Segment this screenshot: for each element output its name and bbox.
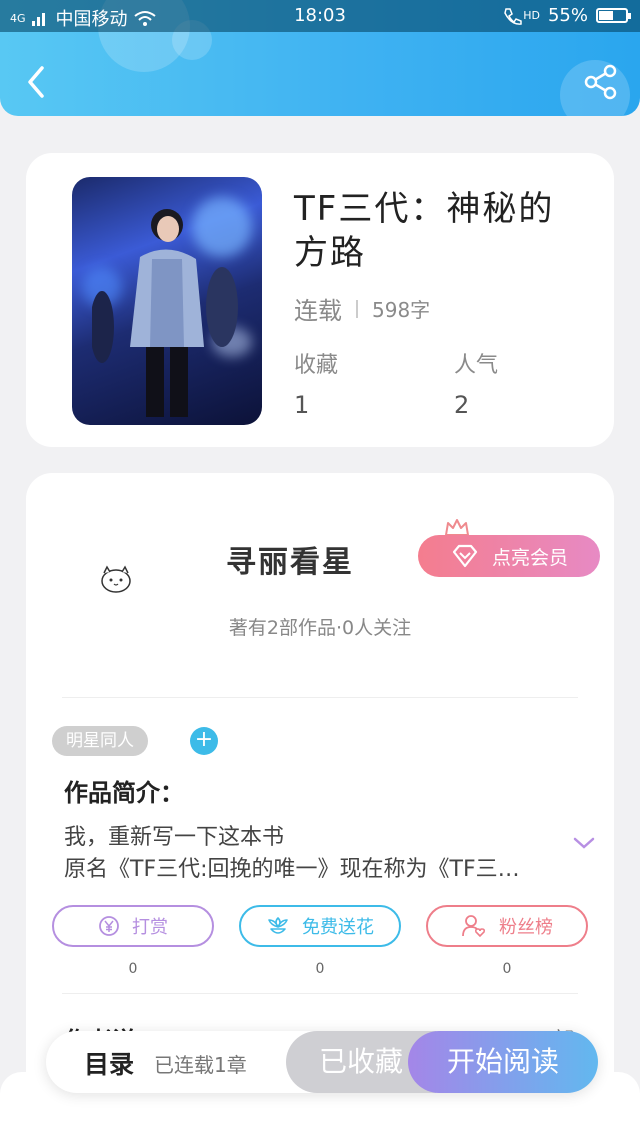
fan-ranking-label: 粉丝榜: [499, 917, 553, 938]
book-meta: 连载 598字: [294, 291, 430, 326]
yuan-icon: [99, 916, 119, 936]
intro-label: 作品简介：: [64, 779, 184, 807]
toc-status: 已连载1章: [154, 1053, 247, 1077]
popularity-stat: 人气 2: [454, 347, 498, 419]
flower-icon: [268, 917, 288, 934]
book-info-card: TF三代：神秘的方路 连载 598字 收藏 1 人气 2: [26, 153, 614, 447]
book-title: TF三代：神秘的方路: [294, 189, 555, 273]
favorites-stat: 收藏 1: [294, 347, 338, 419]
status-bar: 4G 中国移动 18:03 HD 55%: [0, 0, 640, 32]
cover-figure: [92, 209, 238, 417]
start-reading-button[interactable]: 开始阅读: [408, 1031, 598, 1093]
reward-label: 打赏: [132, 917, 168, 938]
chevron-down-icon[interactable]: [572, 835, 596, 851]
flower-count: 0: [315, 961, 325, 977]
word-count: 598字: [372, 298, 431, 322]
bottom-action-bar: 目录 已连载1章 已收藏 开始阅读: [46, 1031, 598, 1093]
vip-button[interactable]: 点亮会员: [418, 535, 600, 577]
divider: [62, 993, 578, 994]
favorites-count: 1: [294, 391, 310, 419]
favorites-label: 收藏: [294, 353, 339, 378]
book-status: 连载: [294, 297, 342, 325]
fan-count: 0: [502, 961, 512, 977]
battery-icon: [596, 8, 631, 23]
add-tag-button[interactable]: +: [190, 727, 218, 755]
meta-divider: [356, 299, 358, 318]
hd-label: HD: [523, 9, 540, 22]
intro-line-2: 原名《TF三代:回挽的唯一》现在称为《TF三…: [64, 857, 520, 882]
user-heart-icon: [462, 915, 486, 938]
vip-button-label: 点亮会员: [491, 546, 568, 569]
reward-count: 0: [128, 961, 138, 977]
send-flower-button[interactable]: 免费送花: [239, 905, 401, 947]
popularity-count: 2: [454, 391, 470, 419]
crown-icon: [445, 519, 469, 536]
reward-button[interactable]: 打赏: [52, 905, 214, 947]
phone-icon: [504, 7, 522, 25]
share-icon[interactable]: [584, 64, 618, 100]
fan-ranking-button[interactable]: 粉丝榜: [426, 905, 588, 947]
author-card: 寻丽看星 点亮会员 著有2部作品·0人关注 明星同人 + 作品简介： 我，重新写…: [26, 473, 614, 1113]
popularity-label: 人气: [454, 353, 499, 378]
category-tag[interactable]: 明星同人: [52, 726, 148, 756]
divider: [62, 697, 578, 698]
book-cover[interactable]: [72, 177, 262, 425]
chevron-left-icon[interactable]: [22, 62, 52, 102]
diamond-icon: [452, 544, 478, 568]
author-avatar[interactable]: [96, 563, 136, 595]
toc-button[interactable]: 目录: [84, 1045, 134, 1081]
author-summary: 著有2部作品·0人关注: [228, 617, 412, 639]
intro-line-1: 我，重新写一下这本书: [64, 825, 285, 850]
send-flower-label: 免费送花: [302, 917, 374, 938]
author-name[interactable]: 寻丽看星: [226, 537, 354, 581]
battery-percent: 55%: [547, 5, 588, 26]
header: 4G 中国移动 18:03 HD 55%: [0, 0, 640, 116]
